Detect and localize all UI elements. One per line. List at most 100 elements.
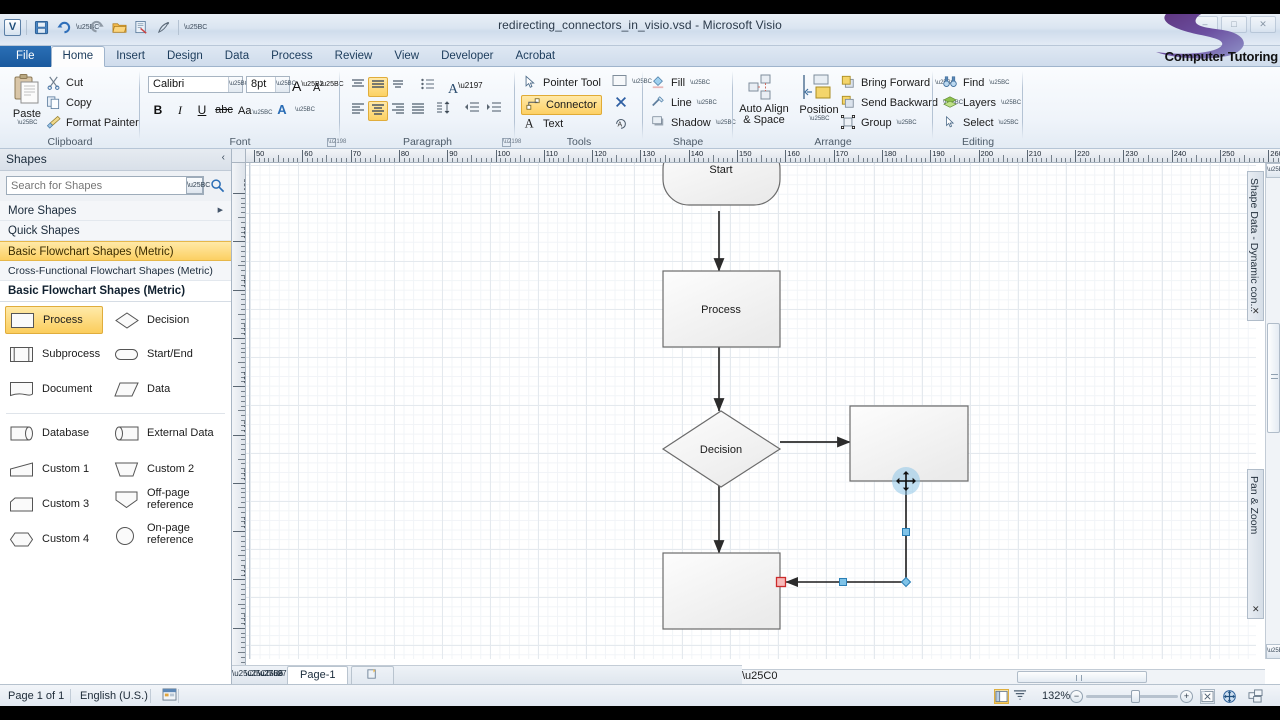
shapes-row-cross-functional[interactable]: Cross-Functional Flowchart Shapes (Metri… bbox=[0, 261, 231, 281]
drawing-page[interactable]: Start Process Decision bbox=[246, 163, 1256, 659]
paste-button[interactable]: Paste \u25BC bbox=[4, 73, 50, 126]
pan-zoom-panel-close-icon[interactable]: ✕ bbox=[1252, 604, 1260, 615]
grow-font-button[interactable]: A\u25B2 bbox=[292, 75, 324, 95]
macro-record-button[interactable] bbox=[154, 688, 185, 704]
select-dropdown-icon[interactable]: \u25BC bbox=[999, 120, 1019, 126]
connector-end-point-glue-handle[interactable] bbox=[775, 576, 787, 588]
font-name-dropdown-icon[interactable]: \u25BC bbox=[228, 77, 249, 92]
insert-page-button[interactable] bbox=[351, 666, 395, 684]
tab-file[interactable]: File bbox=[0, 46, 51, 67]
switch-windows-button[interactable] bbox=[1248, 689, 1263, 704]
shapes-row-quick-shapes[interactable]: Quick Shapes bbox=[0, 221, 231, 241]
stencil-item-decision[interactable]: Decision bbox=[110, 306, 220, 334]
shadow-button[interactable]: Shadow \u25BC bbox=[651, 115, 736, 131]
font-color-dropdown-icon[interactable]: \u25BC bbox=[295, 107, 315, 113]
stencil-item-custom-4[interactable]: Custom 4 bbox=[5, 525, 110, 553]
align-center-button[interactable] bbox=[368, 101, 388, 121]
vertical-scrollbar[interactable]: \u25B2 \u25BC bbox=[1265, 163, 1280, 659]
find-button[interactable]: Find \u25BC bbox=[943, 75, 1009, 91]
stencil-item-data[interactable]: Data bbox=[110, 375, 220, 403]
pan-zoom-window-button[interactable] bbox=[1222, 689, 1237, 704]
justify-button[interactable] bbox=[408, 101, 428, 121]
change-case-dropdown-icon[interactable]: \u25BC bbox=[252, 110, 272, 116]
font-size-dropdown-icon[interactable]: \u25BC bbox=[275, 77, 296, 92]
stencil-item-document[interactable]: Document bbox=[5, 375, 110, 403]
shape-data-panel-close-icon[interactable]: ✕ bbox=[1252, 306, 1260, 317]
pointer-tool-button[interactable]: Pointer Tool bbox=[523, 75, 601, 91]
ruler-corner[interactable] bbox=[232, 149, 246, 163]
language-status[interactable]: English (U.S.) bbox=[72, 688, 156, 704]
fill-dropdown-icon[interactable]: \u25BC bbox=[690, 80, 710, 86]
shrink-font-button[interactable]: A\u25BC bbox=[313, 75, 344, 95]
pan-zoom-panel-collapsed[interactable]: Pan & Zoom ✕ bbox=[1247, 469, 1264, 619]
line-spacing-button[interactable] bbox=[434, 101, 454, 121]
scroll-left-button[interactable]: \u25C0 bbox=[742, 670, 777, 683]
tab-design[interactable]: Design bbox=[156, 46, 214, 67]
stencil-item-custom-3[interactable]: Custom 3 bbox=[5, 490, 110, 518]
shape-data-panel-collapsed[interactable]: Shape Data - Dynamic con... ✕ bbox=[1247, 171, 1264, 321]
line-button[interactable]: Line \u25BC bbox=[651, 95, 717, 111]
page-count-status[interactable]: Page 1 of 1 bbox=[0, 688, 72, 704]
first-page-button[interactable]: \u25C0\u2759 bbox=[232, 666, 282, 683]
delete-connector-button[interactable] bbox=[611, 95, 631, 115]
search-shapes-input[interactable] bbox=[6, 176, 204, 195]
increase-indent-button[interactable] bbox=[484, 101, 504, 121]
paragraph-dialog-launcher[interactable]: \u2198 bbox=[502, 138, 521, 147]
connector-vertex-handle[interactable] bbox=[900, 576, 912, 588]
search-icon[interactable] bbox=[210, 178, 225, 196]
stencil-item-external-data[interactable]: External Data bbox=[110, 419, 228, 447]
position-button[interactable]: Position \u25BC bbox=[795, 73, 843, 122]
normal-view-button[interactable] bbox=[994, 689, 1009, 704]
strikethrough-button[interactable]: abc bbox=[214, 100, 234, 120]
font-name-select[interactable]: Calibri \u25BC bbox=[148, 76, 249, 93]
position-dropdown-icon[interactable]: \u25BC bbox=[796, 116, 843, 122]
stencil-item-custom-1[interactable]: Custom 1 bbox=[5, 455, 110, 483]
stencil-item-custom-2[interactable]: Custom 2 bbox=[110, 455, 220, 483]
rotate-text-button[interactable]: A bbox=[611, 116, 631, 136]
horizontal-scroll-thumb[interactable] bbox=[1017, 671, 1147, 683]
tab-data[interactable]: Data bbox=[214, 46, 260, 67]
tab-view[interactable]: View bbox=[383, 46, 430, 67]
auto-align-space-button[interactable]: Auto Align & Space bbox=[733, 73, 795, 126]
full-screen-view-button[interactable] bbox=[1013, 689, 1028, 704]
tab-developer[interactable]: Developer bbox=[430, 46, 504, 67]
group-button[interactable]: Group \u25BC bbox=[841, 115, 917, 131]
stencil-item-process[interactable]: Process bbox=[5, 306, 103, 334]
shape-bottombox[interactable] bbox=[662, 552, 781, 630]
layers-button[interactable]: Layers \u25BC bbox=[943, 95, 1021, 111]
fit-page-button[interactable] bbox=[1200, 689, 1215, 704]
connector-midpoint-handle-horizontal[interactable] bbox=[839, 578, 847, 586]
font-dialog-launcher[interactable]: \u2198 bbox=[327, 138, 346, 147]
line-dropdown-icon[interactable]: \u25BC bbox=[697, 100, 717, 106]
font-size-select[interactable]: 8pt \u25BC bbox=[246, 76, 296, 93]
align-middle-button[interactable] bbox=[368, 77, 388, 97]
tab-acrobat[interactable]: Acrobat bbox=[505, 46, 567, 67]
connector-rightbox-to-bottombox-selected[interactable] bbox=[785, 481, 907, 588]
vertical-scroll-thumb[interactable] bbox=[1267, 323, 1280, 433]
stencil-item-on-page-reference[interactable]: On-page reference bbox=[110, 520, 228, 548]
change-case-button[interactable]: Aa\u25BC bbox=[238, 100, 272, 120]
stencil-item-start-end[interactable]: Start/End bbox=[110, 340, 220, 368]
zoom-slider-thumb[interactable] bbox=[1131, 690, 1140, 703]
align-top-button[interactable] bbox=[348, 77, 368, 97]
select-button[interactable]: Select \u25BC bbox=[943, 115, 1019, 131]
italic-button[interactable]: I bbox=[170, 100, 190, 120]
previous-page-button[interactable]: \u25C0 bbox=[245, 666, 271, 683]
connector-midpoint-handle-vertical[interactable] bbox=[902, 528, 910, 536]
tab-insert[interactable]: Insert bbox=[105, 46, 156, 67]
bullets-button[interactable] bbox=[418, 77, 438, 97]
horizontal-scrollbar[interactable]: \u25C0 bbox=[742, 669, 1265, 684]
layers-dropdown-icon[interactable]: \u25BC bbox=[1001, 100, 1021, 106]
shapes-row-more-shapes[interactable]: More Shapes bbox=[0, 201, 231, 221]
group-dropdown-icon[interactable]: \u25BC bbox=[897, 120, 917, 126]
align-left-button[interactable] bbox=[348, 101, 368, 121]
last-page-button[interactable]: \u2759\u25B6 bbox=[271, 666, 321, 683]
connector-tool-button[interactable]: Connector bbox=[521, 95, 602, 115]
format-painter-button[interactable]: Format Painter bbox=[46, 115, 139, 131]
search-dropdown-icon[interactable]: \u25BC bbox=[186, 177, 210, 194]
find-dropdown-icon[interactable]: \u25BC bbox=[989, 80, 1009, 86]
text-direction-button[interactable]: A\u2197 bbox=[448, 76, 483, 97]
stencil-item-off-page-reference[interactable]: Off-page reference bbox=[110, 485, 228, 513]
copy-button[interactable]: Copy bbox=[46, 95, 92, 111]
stencil-item-subprocess[interactable]: Subprocess bbox=[5, 340, 110, 368]
